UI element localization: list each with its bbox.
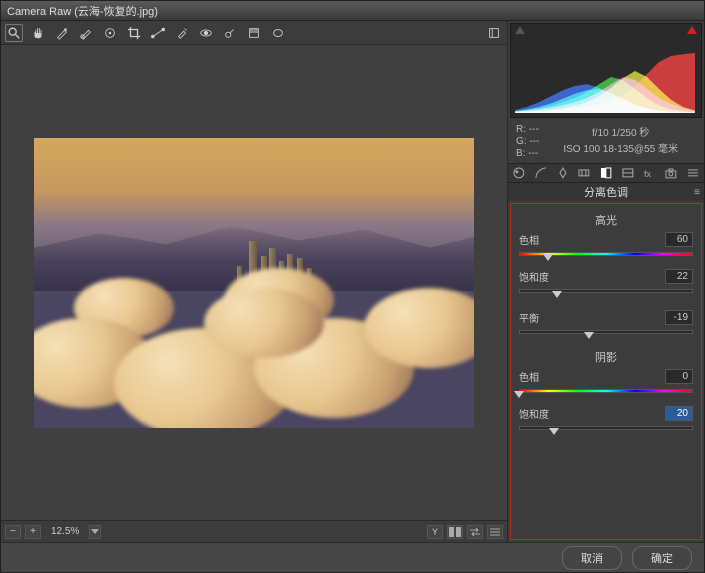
shadow-sat-row: 饱和度 20 xyxy=(519,406,693,433)
white-balance-icon[interactable] xyxy=(53,24,71,42)
g-label: G: xyxy=(516,136,527,147)
tab-fx-icon[interactable]: fx xyxy=(643,166,657,180)
highlight-sat-row: 饱和度 22 xyxy=(519,269,693,296)
tab-presets-icon[interactable] xyxy=(686,166,700,180)
shadow-clip-icon[interactable] xyxy=(515,26,525,34)
balance-slider[interactable] xyxy=(519,327,693,337)
panel-title: 分离色调 xyxy=(584,184,628,200)
shadow-sat-value[interactable]: 20 xyxy=(665,406,693,421)
exposure-info: f/10 1/250 秒 xyxy=(545,124,696,139)
panel-menu-icon[interactable]: ≡ xyxy=(694,187,700,198)
tab-basic-icon[interactable] xyxy=(512,166,526,180)
zoom-dropdown[interactable] xyxy=(89,525,101,539)
adjustment-brush-icon[interactable] xyxy=(221,24,239,42)
b-label: B: xyxy=(516,148,525,159)
status-bar: − + 12.5% Y xyxy=(1,520,507,542)
window-body: − + 12.5% Y R: --- G xyxy=(1,21,704,542)
balance-row: 平衡 -19 xyxy=(519,310,693,337)
highlight-sat-slider[interactable] xyxy=(519,286,693,296)
zoom-out-button[interactable]: − xyxy=(5,525,21,539)
balance-label: 平衡 xyxy=(519,310,539,325)
highlight-sat-label: 饱和度 xyxy=(519,269,549,284)
shadows-title: 阴影 xyxy=(519,347,693,369)
shadow-sat-label: 饱和度 xyxy=(519,406,549,421)
g-value: --- xyxy=(529,136,539,147)
split-tone-panel: 高光 色相 60 饱和度 22 xyxy=(510,203,702,540)
panel-tabs: fx xyxy=(508,163,704,183)
highlight-sat-value[interactable]: 22 xyxy=(665,269,693,284)
shadow-hue-slider[interactable] xyxy=(519,386,693,396)
titlebar: Camera Raw (云海-恢复的.jpg) xyxy=(1,1,704,21)
color-sampler-icon[interactable] xyxy=(77,24,95,42)
left-pane: − + 12.5% Y xyxy=(1,21,508,542)
tab-lens-icon[interactable] xyxy=(621,166,635,180)
histogram[interactable] xyxy=(510,23,702,118)
crop-tool-icon[interactable] xyxy=(125,24,143,42)
zoom-in-button[interactable]: + xyxy=(25,525,41,539)
r-value: --- xyxy=(529,124,539,135)
toolbar xyxy=(1,21,507,45)
tab-split-tone-icon[interactable] xyxy=(599,166,613,180)
tab-detail-icon[interactable] xyxy=(556,166,570,180)
highlights-title: 高光 xyxy=(519,210,693,232)
window-title: Camera Raw (云海-恢复的.jpg) xyxy=(7,3,158,19)
right-pane: R: --- G: --- B: --- f/10 1/250 秒 ISO 10… xyxy=(508,21,704,542)
cancel-button[interactable]: 取消 xyxy=(562,546,622,570)
straighten-tool-icon[interactable] xyxy=(149,24,167,42)
y-toggle-button[interactable]: Y xyxy=(427,525,443,539)
targeted-adjust-icon[interactable] xyxy=(101,24,119,42)
highlight-hue-slider[interactable] xyxy=(519,249,693,259)
highlight-hue-row: 色相 60 xyxy=(519,232,693,259)
tab-camera-icon[interactable] xyxy=(664,166,678,180)
settings-menu-icon[interactable] xyxy=(487,525,503,539)
tab-curve-icon[interactable] xyxy=(534,166,548,180)
swap-icon[interactable] xyxy=(467,525,483,539)
before-after-icon[interactable] xyxy=(447,525,463,539)
r-label: R: xyxy=(516,124,526,135)
panel-title-bar: 分离色调 ≡ xyxy=(508,183,704,201)
camera-raw-window: Camera Raw (云海-恢复的.jpg) xyxy=(0,0,705,573)
ok-button[interactable]: 确定 xyxy=(632,546,692,570)
balance-value[interactable]: -19 xyxy=(665,310,693,325)
b-value: --- xyxy=(528,148,538,159)
shadow-hue-label: 色相 xyxy=(519,369,539,384)
preview-area[interactable] xyxy=(1,45,507,520)
shadow-hue-value[interactable]: 0 xyxy=(665,369,693,384)
zoom-value: 12.5% xyxy=(45,526,85,537)
footer: 取消 确定 xyxy=(1,542,704,572)
graduated-filter-icon[interactable] xyxy=(245,24,263,42)
svg-text:fx: fx xyxy=(644,169,651,179)
highlight-hue-value[interactable]: 60 xyxy=(665,232,693,247)
tab-hsl-icon[interactable] xyxy=(577,166,591,180)
red-eye-icon[interactable] xyxy=(197,24,215,42)
iso-info: ISO 100 18-135@55 毫米 xyxy=(545,140,696,155)
shadow-hue-row: 色相 0 xyxy=(519,369,693,396)
zoom-tool-icon[interactable] xyxy=(5,24,23,42)
spot-removal-icon[interactable] xyxy=(173,24,191,42)
radial-filter-icon[interactable] xyxy=(269,24,287,42)
highlight-clip-icon[interactable] xyxy=(687,26,697,34)
hand-tool-icon[interactable] xyxy=(29,24,47,42)
preview-image xyxy=(34,138,474,428)
info-readout: R: --- G: --- B: --- f/10 1/250 秒 ISO 10… xyxy=(508,120,704,163)
shadow-sat-slider[interactable] xyxy=(519,423,693,433)
highlight-hue-label: 色相 xyxy=(519,232,539,247)
histogram-chart xyxy=(515,53,695,113)
preferences-icon[interactable] xyxy=(485,24,503,42)
